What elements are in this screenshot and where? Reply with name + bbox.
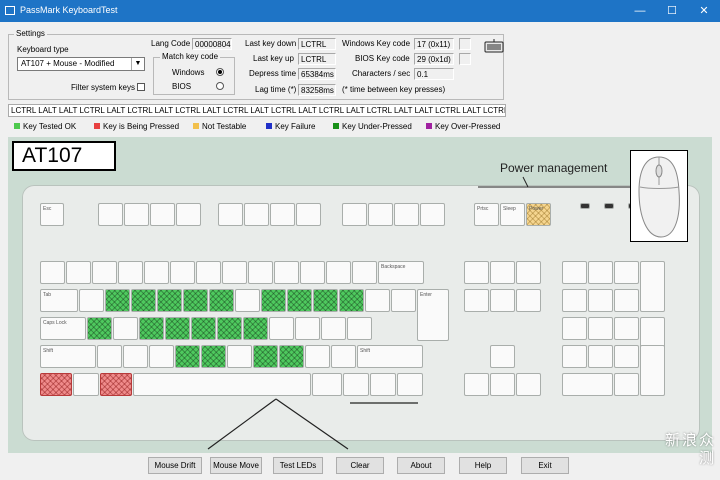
legend-swatch — [193, 123, 199, 129]
legend-label: Key Under-Pressed — [342, 122, 412, 131]
filter-system-keys-checkbox[interactable] — [137, 83, 145, 91]
legend-over-pressed: Key Over-Pressed — [426, 122, 500, 131]
windows-key-code-extra — [459, 38, 471, 50]
settings-group: Settings Keyboard type AT107 + Mouse - M… — [8, 29, 504, 100]
watermark: 新浪众测 — [664, 432, 716, 467]
bios-radio-label: BIOS — [172, 82, 192, 91]
clear-button[interactable]: Clear — [336, 457, 384, 474]
lag-note: (* time between key presses) — [342, 85, 446, 94]
bios-key-code-field: 29 (0x1d) — [414, 53, 454, 65]
lang-code-field: 00000804 — [192, 38, 232, 50]
legend-swatch — [14, 123, 20, 129]
legend-being-pressed: Key is Being Pressed — [94, 122, 179, 131]
keyboard-panel: AT107 Power management Esc Prtsc Sleep Powe… — [8, 137, 712, 453]
last-key-down-label: Last key down — [245, 39, 297, 48]
mouse-image — [630, 150, 688, 242]
test-leds-button[interactable]: Test LEDs — [273, 457, 323, 474]
title-bar: PassMark KeyboardTest — ☐ ✕ — [0, 0, 720, 22]
keyboard-type-value: AT107 + Mouse - Modified — [21, 59, 115, 68]
chars-per-sec-field: 0.1 — [414, 68, 454, 80]
filter-system-keys-label: Filter system keys — [71, 83, 136, 92]
lag-time-label: Lag time (*) — [255, 85, 297, 94]
window-title: PassMark KeyboardTest — [20, 5, 118, 15]
mouse-icon — [638, 156, 680, 238]
about-button[interactable]: About — [397, 457, 445, 474]
legend-swatch — [426, 123, 432, 129]
match-key-code-label: Match key code — [160, 52, 221, 61]
depress-time-label: Depress time — [249, 69, 297, 78]
key-log-field: LCTRL LALT LALT LCTRL LALT LCTRL LALT LC… — [8, 104, 506, 117]
keyboard-type-label: Keyboard type — [17, 45, 69, 54]
legend-swatch — [333, 123, 339, 129]
legend-swatch — [94, 123, 100, 129]
legend-swatch — [266, 123, 272, 129]
settings-group-label: Settings — [14, 29, 47, 38]
windows-key-code-field: 17 (0x11) — [414, 38, 454, 50]
keyboard-icon — [484, 39, 504, 53]
legend-label: Key Over-Pressed — [435, 122, 501, 131]
legend-not-testable: Not Testable — [193, 122, 246, 131]
bios-key-code-extra — [459, 53, 471, 65]
mouse-move-button[interactable]: Mouse Move — [210, 457, 262, 474]
lag-time-field: 83258ms — [298, 84, 336, 96]
bios-radio[interactable] — [216, 82, 224, 90]
legend-tested-ok: Key Tested OK — [14, 122, 76, 131]
maximize-button[interactable]: ☐ — [656, 0, 688, 22]
minimize-button[interactable]: — — [624, 0, 656, 22]
match-key-code-group: Match key code Windows BIOS — [153, 52, 235, 95]
last-key-up-field: LCTRL — [298, 53, 336, 65]
lang-code-label: Lang Code — [151, 39, 191, 48]
legend-label: Key is Being Pressed — [103, 122, 180, 131]
close-button[interactable]: ✕ — [688, 0, 720, 22]
legend-under-pressed: Key Under-Pressed — [333, 122, 412, 131]
windows-radio-label: Windows — [172, 68, 205, 77]
exit-button[interactable]: Exit — [521, 457, 569, 474]
help-button[interactable]: Help — [459, 457, 507, 474]
app-icon — [5, 6, 15, 15]
legend-label: Key Tested OK — [23, 122, 77, 131]
windows-radio[interactable] — [216, 68, 224, 76]
keyboard-type-select[interactable]: AT107 + Mouse - Modified ▼ — [17, 57, 145, 71]
bios-key-code-label: BIOS Key code — [355, 54, 410, 63]
mouse-drift-button[interactable]: Mouse Drift — [148, 457, 202, 474]
last-key-down-field: LCTRL — [298, 38, 336, 50]
pointer-lines — [207, 176, 632, 450]
last-key-up-label: Last key up — [253, 54, 294, 63]
legend-label: Not Testable — [202, 122, 247, 131]
legend-label: Key Failure — [275, 122, 316, 131]
windows-key-code-label: Windows Key code — [342, 39, 411, 48]
legend-key-failure: Key Failure — [266, 122, 315, 131]
depress-time-field: 65384ms — [298, 68, 336, 80]
chars-per-sec-label: Characters / sec — [352, 69, 411, 78]
chevron-down-icon[interactable]: ▼ — [131, 58, 144, 70]
